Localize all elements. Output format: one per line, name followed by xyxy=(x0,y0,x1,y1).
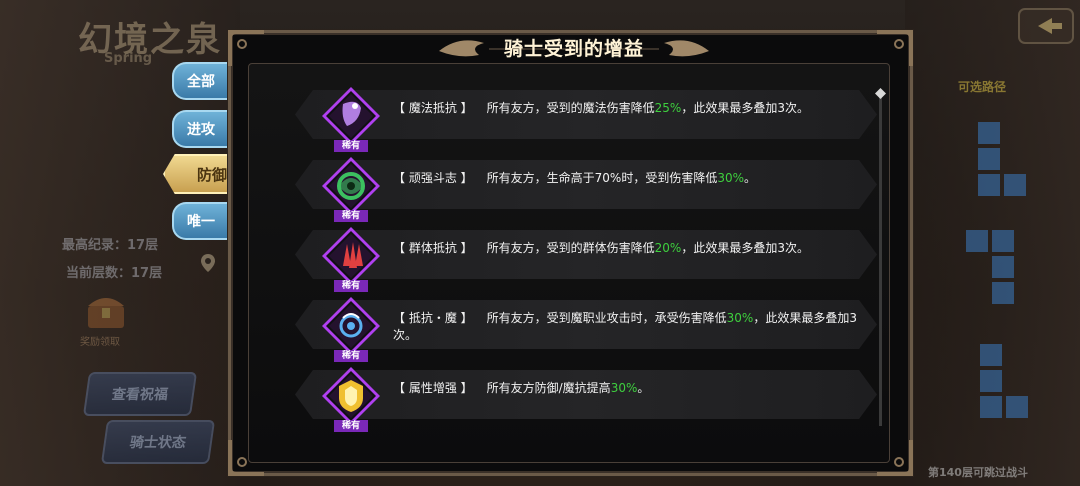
current-floor: 当前层数：17层 xyxy=(66,266,163,281)
buff-description: 【 属性增强 】所有友方防御/魔抗提高30%。 xyxy=(393,380,863,397)
mage-resist-icon xyxy=(322,297,380,355)
route-shape-3[interactable] xyxy=(978,342,1038,422)
buff-name: 【 魔法抵抗 】 xyxy=(393,101,473,115)
location-pin-icon[interactable] xyxy=(201,254,215,272)
rarity-badge: 稀有 xyxy=(334,350,368,362)
knight-status-button[interactable]: 骑士状态 xyxy=(100,420,216,464)
buff-row[interactable]: 稀有 【 魔法抵抗 】所有友方，受到的魔法伤害降低25%，此效果最多叠加3次。 xyxy=(295,87,877,152)
rarity-badge: 稀有 xyxy=(334,420,368,432)
buff-desc-before: 所有友方，受到魔职业攻击时，承受伤害降低 xyxy=(486,311,727,325)
buff-desc-before: 所有友方防御/魔抗提高 xyxy=(486,381,611,395)
stat-boost-icon xyxy=(322,367,380,425)
tab-all[interactable]: 全部 xyxy=(172,62,228,100)
buff-desc-after: 。 xyxy=(637,381,650,395)
view-buff-button[interactable]: 查看祝福 xyxy=(82,372,198,416)
buff-description: 【 顽强斗志 】所有友方，生命高于70%时，受到伤害降低30%。 xyxy=(393,170,863,187)
buff-desc-before: 所有友方，受到的魔法伤害降低 xyxy=(486,101,655,115)
route-shape-2[interactable] xyxy=(964,228,1028,308)
buff-name: 【 属性增强 】 xyxy=(393,381,473,395)
buff-row[interactable]: 稀有 【 顽强斗志 】所有友方，生命高于70%时，受到伤害降低30%。 xyxy=(295,157,877,222)
reward-chest-icon[interactable] xyxy=(84,290,128,330)
rarity-badge: 稀有 xyxy=(334,280,368,292)
buff-description: 【 群体抵抗 】所有友方，受到的群体伤害降低20%，此效果最多叠加3次。 xyxy=(393,240,863,257)
buff-row[interactable]: 稀有 【 抵抗・魔 】所有友方，受到魔职业攻击时，承受伤害降低30%，此效果最多叠… xyxy=(295,297,877,362)
buff-desc-after: ，此效果最多叠加3次。 xyxy=(681,241,809,255)
buff-row[interactable]: 稀有 【 群体抵抗 】所有友方，受到的群体伤害降低20%，此效果最多叠加3次。 xyxy=(295,227,877,292)
buff-value-highlight: 25% xyxy=(654,101,682,115)
buff-icon-frame[interactable]: 稀有 xyxy=(321,366,381,432)
dialog-title: 骑士受到的增益 xyxy=(503,38,644,60)
corner-ornament-icon xyxy=(877,30,913,66)
scrollbar[interactable] xyxy=(879,94,882,426)
rarity-badge: 稀有 xyxy=(334,210,368,222)
magic-resist-icon xyxy=(322,87,380,145)
buff-description: 【 抵抗・魔 】所有友方，受到魔职业攻击时，承受伤害降低30%，此效果最多叠加3… xyxy=(393,310,863,344)
buff-value-highlight: 30% xyxy=(717,171,744,185)
best-record: 最高纪录：17层 xyxy=(62,238,159,253)
buff-name: 【 群体抵抗 】 xyxy=(393,241,473,255)
buff-icon-frame[interactable]: 稀有 xyxy=(321,226,381,292)
scrollbar-thumb-icon[interactable] xyxy=(875,88,886,99)
back-arrow-icon[interactable] xyxy=(1018,8,1074,44)
buff-desc-after: ，此效果最多叠加3次。 xyxy=(681,101,809,115)
rarity-badge: 稀有 xyxy=(334,140,368,152)
reward-label: 奖励领取 xyxy=(80,337,120,348)
buff-row[interactable]: 稀有 【 属性增强 】所有友方防御/魔抗提高30%。 xyxy=(295,367,877,432)
skip-battle-hint: 第140层可跳过战斗 xyxy=(928,466,1028,479)
buff-desc-after: 。 xyxy=(744,171,757,185)
buff-value-highlight: 30% xyxy=(610,381,638,395)
aoe-resist-icon xyxy=(322,227,380,285)
tenacity-icon xyxy=(322,157,380,215)
buff-value-highlight: 30% xyxy=(726,311,754,325)
buff-desc-before: 所有友方，生命高于70%时，受到伤害降低 xyxy=(486,171,718,185)
buff-description: 【 魔法抵抗 】所有友方，受到的魔法伤害降低25%，此效果最多叠加3次。 xyxy=(393,100,863,117)
buff-name: 【 抵抗・魔 】 xyxy=(393,311,473,325)
buff-name: 【 顽强斗志 】 xyxy=(393,171,473,185)
buff-desc-before: 所有友方，受到的群体伤害降低 xyxy=(486,241,655,255)
corner-ornament-icon xyxy=(228,30,264,66)
tab-attack[interactable]: 进攻 xyxy=(172,110,228,148)
buff-icon-frame[interactable]: 稀有 xyxy=(321,156,381,222)
buff-list-container[interactable]: 稀有【 魔法抵抗 】所有友方，受到的魔法伤害降低25%，此效果最多叠加3次。 稀有… xyxy=(248,63,890,463)
route-title: 可选路径 xyxy=(958,80,1007,94)
buff-icon-frame[interactable]: 稀有 xyxy=(321,86,381,152)
route-shape-1[interactable] xyxy=(976,120,1032,200)
game-title-sub: Spring xyxy=(104,51,153,66)
buff-icon-frame[interactable]: 稀有 xyxy=(321,296,381,362)
buff-dialog: 骑士受到的增益 稀有【 魔法抵抗 】所有友方，受到的魔法伤害降低25%，此效果最… xyxy=(228,30,913,476)
tab-unique[interactable]: 唯一 xyxy=(172,202,228,240)
buff-value-highlight: 20% xyxy=(654,241,682,255)
